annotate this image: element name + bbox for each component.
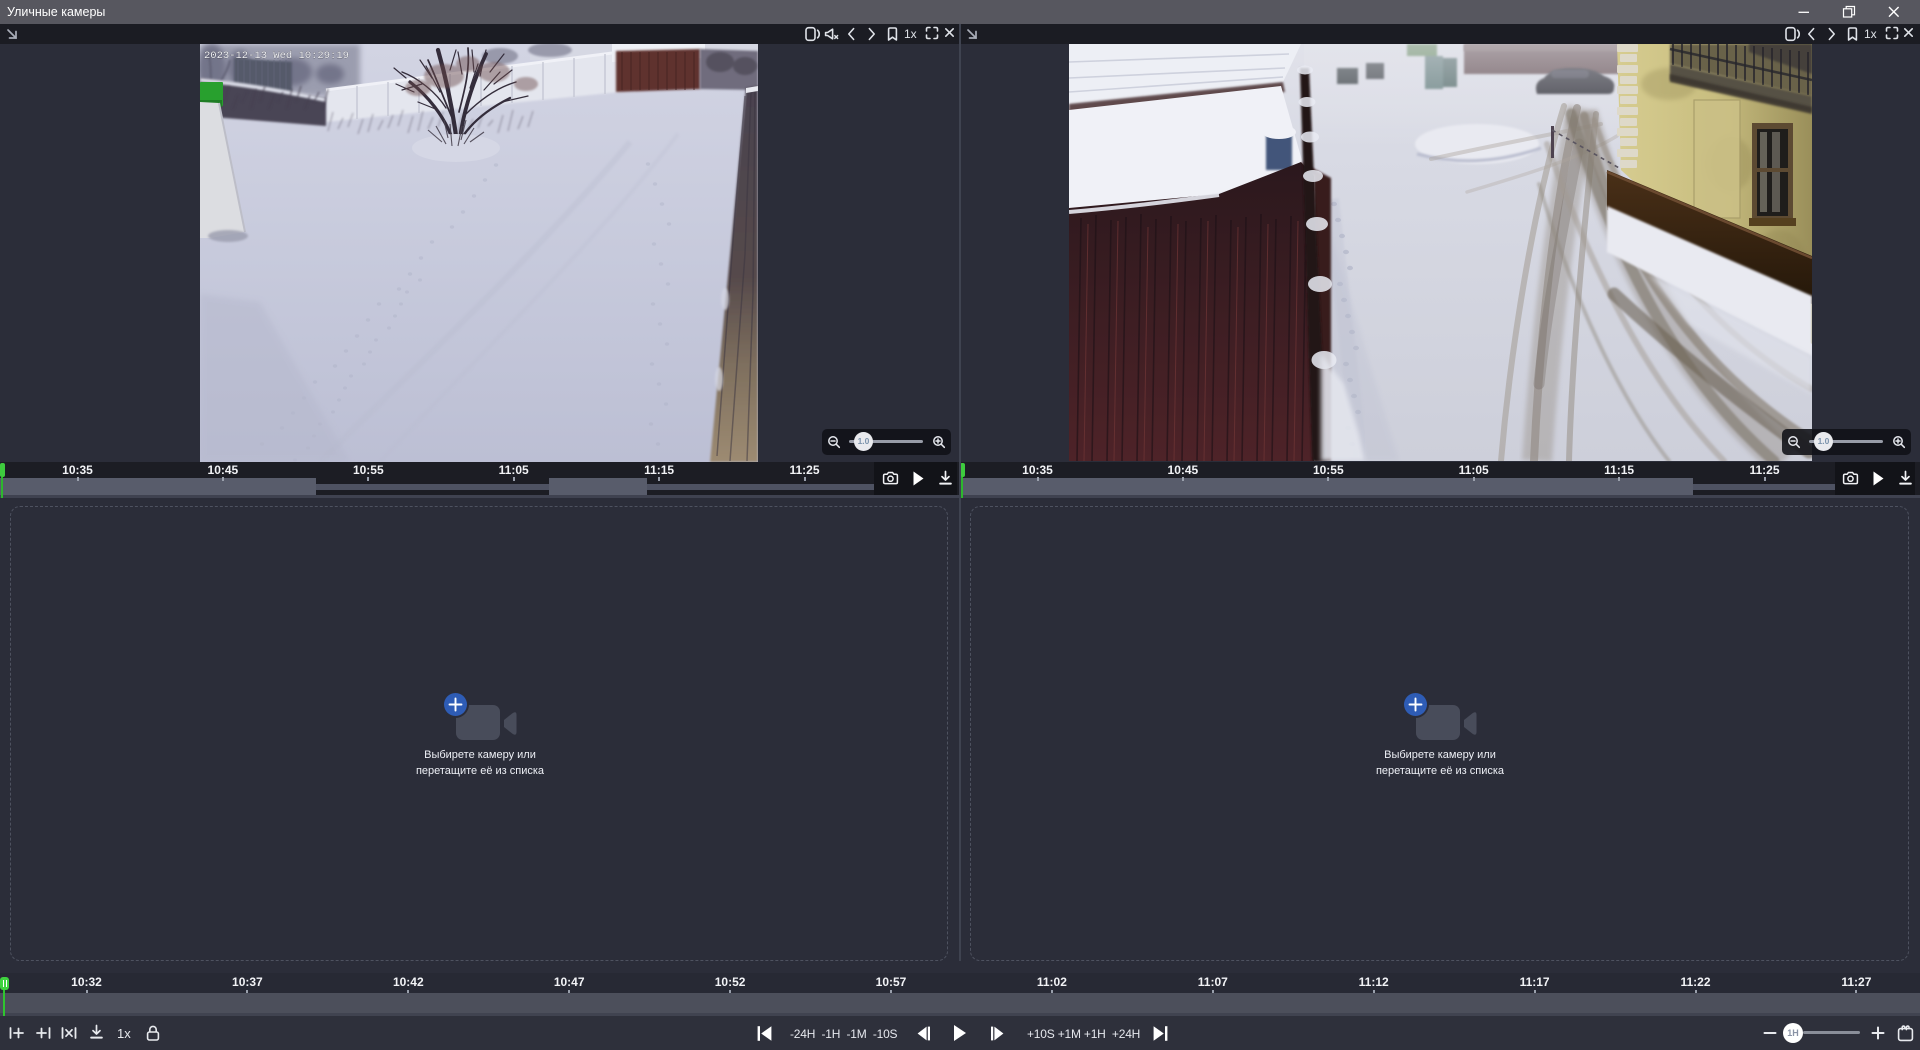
svg-text:2023-12-13 Wed 10:29:19: 2023-12-13 Wed 10:29:19	[204, 50, 349, 62]
